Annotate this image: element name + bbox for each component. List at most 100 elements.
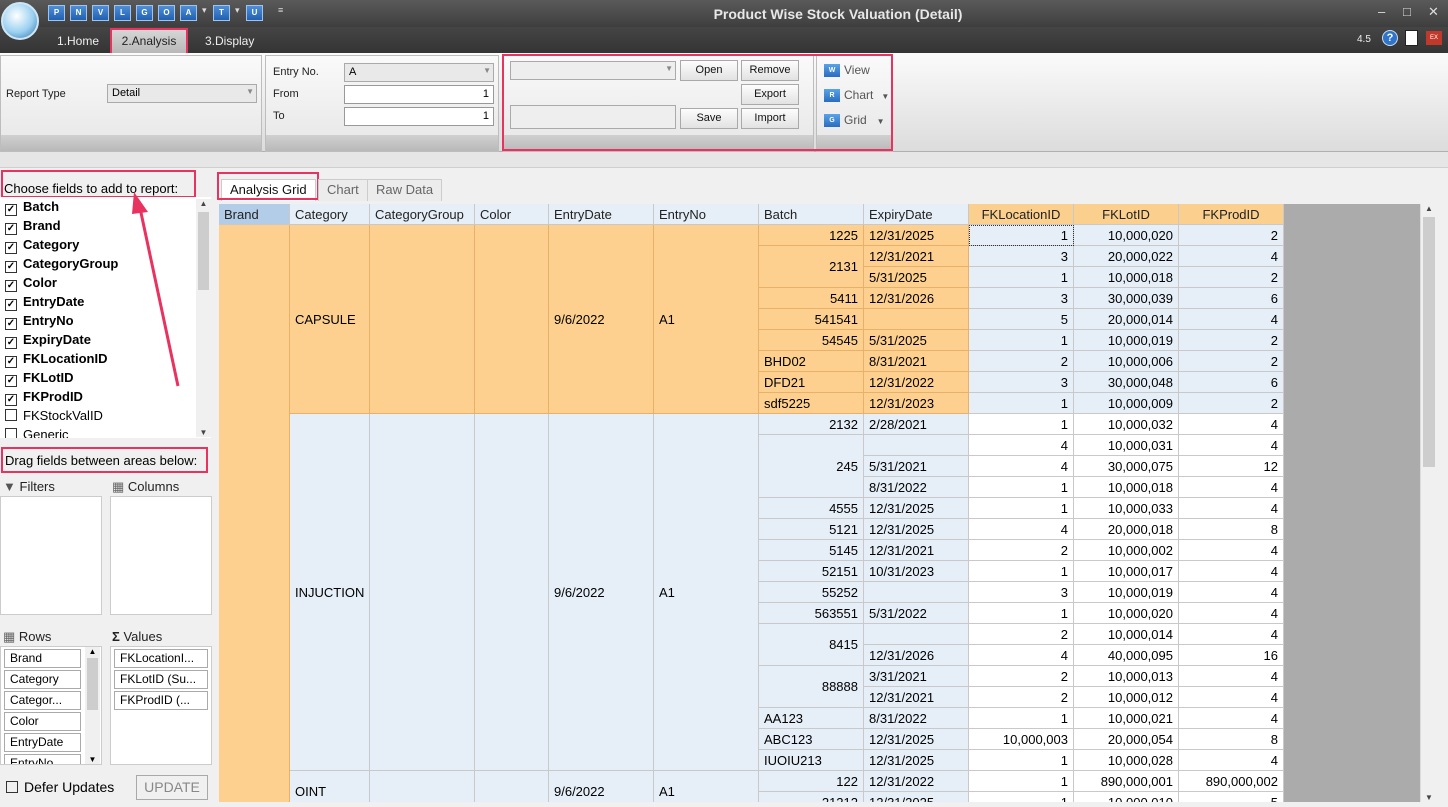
rows-area-scrollbar[interactable]: ▲ ▼ <box>85 647 100 764</box>
checkbox-icon[interactable]: ✓ <box>5 242 17 254</box>
filters-area[interactable] <box>0 496 102 615</box>
column-header[interactable]: Color <box>475 204 549 225</box>
fk-location-id-cell: 2 <box>969 351 1074 372</box>
columns-area[interactable] <box>110 496 212 615</box>
from-input[interactable]: 1 <box>344 85 494 104</box>
column-header[interactable]: EntryNo <box>654 204 759 225</box>
columns-label: Columns <box>127 479 180 494</box>
quick-access-icon[interactable]: N <box>70 5 87 21</box>
fk-location-id-cell: 1 <box>969 771 1074 792</box>
scroll-thumb[interactable] <box>198 212 209 290</box>
quick-access-icon[interactable]: T <box>213 5 230 21</box>
value-field-chip[interactable]: FKLocationI... <box>114 649 208 668</box>
fk-location-id-cell: 2 <box>969 666 1074 687</box>
sigma-icon: Σ <box>112 629 120 644</box>
chevron-down-icon[interactable]: ▼ <box>196 428 211 437</box>
column-header[interactable]: FKProdID <box>1179 204 1284 225</box>
column-header[interactable]: ExpiryDate <box>864 204 969 225</box>
column-header[interactable]: FKLotID <box>1074 204 1179 225</box>
quick-access-icon[interactable]: G <box>136 5 153 21</box>
checkbox-icon[interactable]: ✓ <box>5 318 17 330</box>
chevron-up-icon[interactable]: ▲ <box>85 647 100 656</box>
tab-display[interactable]: 3.Display <box>195 31 264 51</box>
column-header[interactable]: FKLocationID <box>969 204 1074 225</box>
checkbox-icon[interactable]: ✓ <box>5 337 17 349</box>
column-header[interactable]: Batch <box>759 204 864 225</box>
column-header[interactable]: CategoryGroup <box>370 204 475 225</box>
quick-access-icon[interactable]: A <box>180 5 197 21</box>
checkbox-icon[interactable]: ✓ <box>5 280 17 292</box>
entry-no-select[interactable]: A ▼ <box>344 63 494 82</box>
row-field-chip[interactable]: Categor... <box>4 691 81 710</box>
row-field-chip[interactable]: Category <box>4 670 81 689</box>
fk-prod-id-cell: 4 <box>1179 435 1284 456</box>
tab-chart[interactable]: Chart <box>318 179 368 201</box>
column-header[interactable]: EntryDate <box>549 204 654 225</box>
quick-access-icon[interactable]: L <box>114 5 131 21</box>
update-button[interactable]: UPDATE <box>136 775 208 800</box>
checkbox-icon[interactable]: ✓ <box>5 261 17 273</box>
grid-scrollbar[interactable]: ▲ ▼ <box>1420 204 1437 802</box>
checkbox-icon[interactable]: ✓ <box>5 356 17 368</box>
fk-location-id-cell: 1 <box>969 267 1074 288</box>
checkbox-icon[interactable]: ✓ <box>5 299 17 311</box>
fk-location-id-cell: 1 <box>969 225 1074 246</box>
notes-icon[interactable] <box>1405 30 1418 46</box>
rows-area-header: ▦ Rows <box>3 629 51 645</box>
exit-icon[interactable]: EX <box>1426 31 1442 45</box>
quick-access-icon[interactable]: O <box>158 5 175 21</box>
checkbox-icon[interactable]: ✓ <box>5 394 17 406</box>
quick-access-icon[interactable]: V <box>92 5 109 21</box>
batch-cell: 122 <box>759 771 864 792</box>
checkbox-icon[interactable]: ✓ <box>5 223 17 235</box>
row-field-chip[interactable]: Brand <box>4 649 81 668</box>
help-icon[interactable]: ? <box>1382 30 1398 46</box>
maximize-icon[interactable]: □ <box>1403 4 1411 19</box>
field-label: FKProdID <box>23 389 83 404</box>
checkbox-icon[interactable]: ✓ <box>5 204 17 216</box>
to-input[interactable]: 1 <box>344 107 494 126</box>
column-header[interactable]: Brand <box>219 204 290 225</box>
field-label: FKStockValID <box>23 408 103 423</box>
tab-analysis[interactable]: 2.Analysis <box>110 28 188 55</box>
chevron-down-icon[interactable]: ▾ <box>202 5 207 16</box>
chevron-down-icon[interactable]: ▼ <box>85 755 100 764</box>
scroll-thumb[interactable] <box>87 658 98 710</box>
batch-cell: ABC123 <box>759 729 864 750</box>
row-field-chip[interactable]: EntryNo... <box>4 754 81 764</box>
close-icon[interactable]: ✕ <box>1428 4 1439 20</box>
value-field-chip[interactable]: FKLotID (Su... <box>114 670 208 689</box>
value-field-chip[interactable]: FKProdID (... <box>114 691 208 710</box>
report-type-select[interactable]: Detail ▼ <box>107 84 257 103</box>
field-item[interactable]: FKStockValID <box>0 406 211 425</box>
field-list-scrollbar[interactable]: ▲ ▼ <box>196 199 211 437</box>
chevron-down-icon[interactable]: ▼ <box>1421 793 1437 802</box>
minimize-icon[interactable]: – <box>1378 4 1385 19</box>
defer-updates-checkbox[interactable]: Defer Updates <box>6 779 114 795</box>
title-bar: P N V L G O A ▾ T ▾ U ≡ – □ ✕ Product Wise Stock Va… <box>0 0 1448 40</box>
chevron-down-icon[interactable]: ▾ <box>235 5 240 16</box>
highlight-box <box>1 447 208 473</box>
quick-access-icon[interactable]: P <box>48 5 65 21</box>
checkbox-icon[interactable] <box>5 428 17 438</box>
batch-cell: 5121 <box>759 519 864 540</box>
tab-home[interactable]: 1.Home <box>47 31 109 51</box>
values-area[interactable]: FKLocationI... FKLotID (Su... FKProdID (..… <box>110 646 212 765</box>
customize-toolbar-icon[interactable]: ≡ <box>278 5 283 15</box>
column-header[interactable]: Category <box>290 204 370 225</box>
chevron-up-icon[interactable]: ▲ <box>1421 204 1437 213</box>
checkbox-icon[interactable] <box>5 409 17 421</box>
app-logo-icon[interactable] <box>1 2 39 40</box>
scroll-thumb[interactable] <box>1423 217 1435 467</box>
quick-access-icon[interactable]: U <box>246 5 263 21</box>
field-label: EntryDate <box>23 294 85 309</box>
checkbox-icon[interactable]: ✓ <box>5 375 17 387</box>
chevron-up-icon[interactable]: ▲ <box>196 199 211 208</box>
tab-raw-data[interactable]: Raw Data <box>367 179 443 201</box>
fk-prod-id-cell: 4 <box>1179 582 1284 603</box>
field-item[interactable]: Generic <box>0 425 211 438</box>
fk-lot-id-cell: 10,000,018 <box>1074 267 1179 288</box>
row-field-chip[interactable]: EntryDate <box>4 733 81 752</box>
fk-location-id-cell: 10,000,003 <box>969 729 1074 750</box>
row-field-chip[interactable]: Color <box>4 712 81 731</box>
